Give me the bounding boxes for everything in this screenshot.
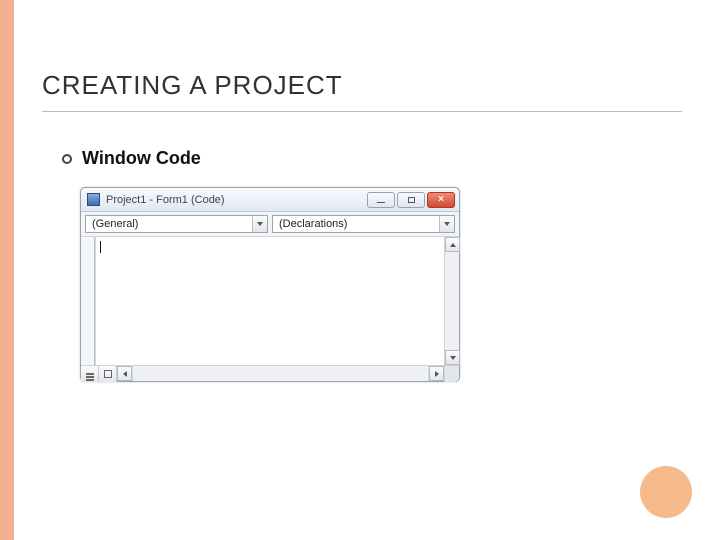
full-module-view-button[interactable] xyxy=(99,366,117,382)
titlebar: Project1 - Form1 (Code) × xyxy=(81,188,459,212)
chevron-up-icon xyxy=(450,243,456,247)
chevron-down-icon xyxy=(444,222,450,226)
scroll-left-button[interactable] xyxy=(117,366,132,381)
code-gutter xyxy=(81,237,95,365)
chevron-left-icon xyxy=(123,371,127,377)
scroll-track-vertical[interactable] xyxy=(445,252,459,350)
procedure-view-button[interactable] xyxy=(81,366,99,382)
object-dropdown[interactable]: (General) xyxy=(85,215,268,233)
scroll-up-button[interactable] xyxy=(445,237,460,252)
horizontal-scrollbar[interactable] xyxy=(117,366,444,381)
maximize-icon xyxy=(408,197,415,203)
code-window: Project1 - Form1 (Code) × (General) (Dec… xyxy=(80,187,460,382)
object-dropdown-button[interactable] xyxy=(252,216,267,232)
minimize-icon xyxy=(377,202,385,203)
resize-corner[interactable] xyxy=(444,366,459,382)
close-icon: × xyxy=(438,194,444,205)
vb-app-icon xyxy=(87,193,100,206)
bullet-text: Window Code xyxy=(82,148,201,169)
chevron-right-icon xyxy=(435,371,439,377)
chevron-down-icon xyxy=(450,356,456,360)
procedure-dropdown-button[interactable] xyxy=(439,216,454,232)
scroll-track-horizontal[interactable] xyxy=(132,366,429,381)
caret-icon xyxy=(100,241,101,253)
scroll-down-button[interactable] xyxy=(445,350,460,365)
close-button[interactable]: × xyxy=(427,192,455,208)
chevron-down-icon xyxy=(257,222,263,226)
minimize-button[interactable] xyxy=(367,192,395,208)
code-editor[interactable] xyxy=(96,237,444,365)
procedure-dropdown-value: (Declarations) xyxy=(273,218,439,230)
code-area xyxy=(81,237,459,365)
bullet-ring-icon xyxy=(62,154,72,164)
vertical-scrollbar[interactable] xyxy=(444,237,459,365)
dropdown-row: (General) (Declarations) xyxy=(81,212,459,237)
accent-circle xyxy=(640,466,692,518)
object-dropdown-value: (General) xyxy=(86,218,252,230)
window-title: Project1 - Form1 (Code) xyxy=(106,194,225,206)
procedure-dropdown[interactable]: (Declarations) xyxy=(272,215,455,233)
full-module-view-icon xyxy=(104,370,112,378)
scroll-right-button[interactable] xyxy=(429,366,444,381)
slide-title: CREATING A PROJECT xyxy=(42,70,682,112)
slide-body: Window Code Project1 - Form1 (Code) × (G… xyxy=(62,148,662,382)
bullet-item: Window Code xyxy=(62,148,662,169)
accent-bar xyxy=(0,0,14,540)
maximize-button[interactable] xyxy=(397,192,425,208)
slide: CREATING A PROJECT Window Code Project1 … xyxy=(0,0,720,540)
procedure-view-icon xyxy=(86,373,94,375)
bottom-bar xyxy=(81,365,459,381)
